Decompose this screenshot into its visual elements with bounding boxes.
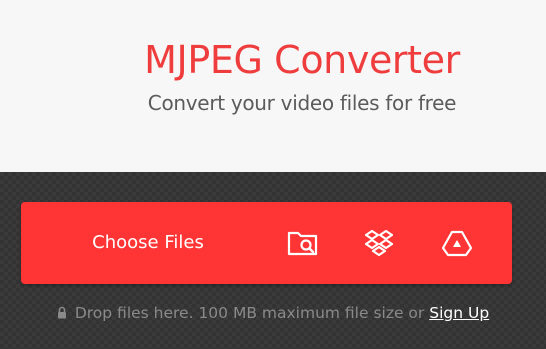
- page-title: MJPEG Converter: [144, 38, 460, 82]
- choose-files-button[interactable]: Choose Files: [21, 202, 275, 284]
- drop-hint-text: Drop files here. 100 MB maximum file siz…: [74, 304, 425, 322]
- converter-page: MJPEG Converter Convert your video files…: [0, 0, 546, 349]
- google-drive-icon: [442, 229, 472, 257]
- from-device-button[interactable]: [273, 202, 333, 284]
- file-drop-zone[interactable]: Choose Files Drop files here. 100 MB max…: [0, 172, 546, 349]
- from-dropbox-button[interactable]: [349, 202, 409, 284]
- drop-hint: Drop files here. 100 MB maximum file siz…: [0, 303, 546, 324]
- folder-search-icon: [287, 229, 319, 257]
- lock-icon: [57, 304, 67, 324]
- from-google-drive-button[interactable]: [427, 202, 487, 284]
- upload-bar: Choose Files: [21, 202, 512, 284]
- dropbox-icon: [364, 229, 394, 257]
- sign-up-link[interactable]: Sign Up: [429, 304, 489, 322]
- hero-section: MJPEG Converter Convert your video files…: [0, 0, 546, 172]
- page-subtitle: Convert your video files for free: [147, 91, 457, 115]
